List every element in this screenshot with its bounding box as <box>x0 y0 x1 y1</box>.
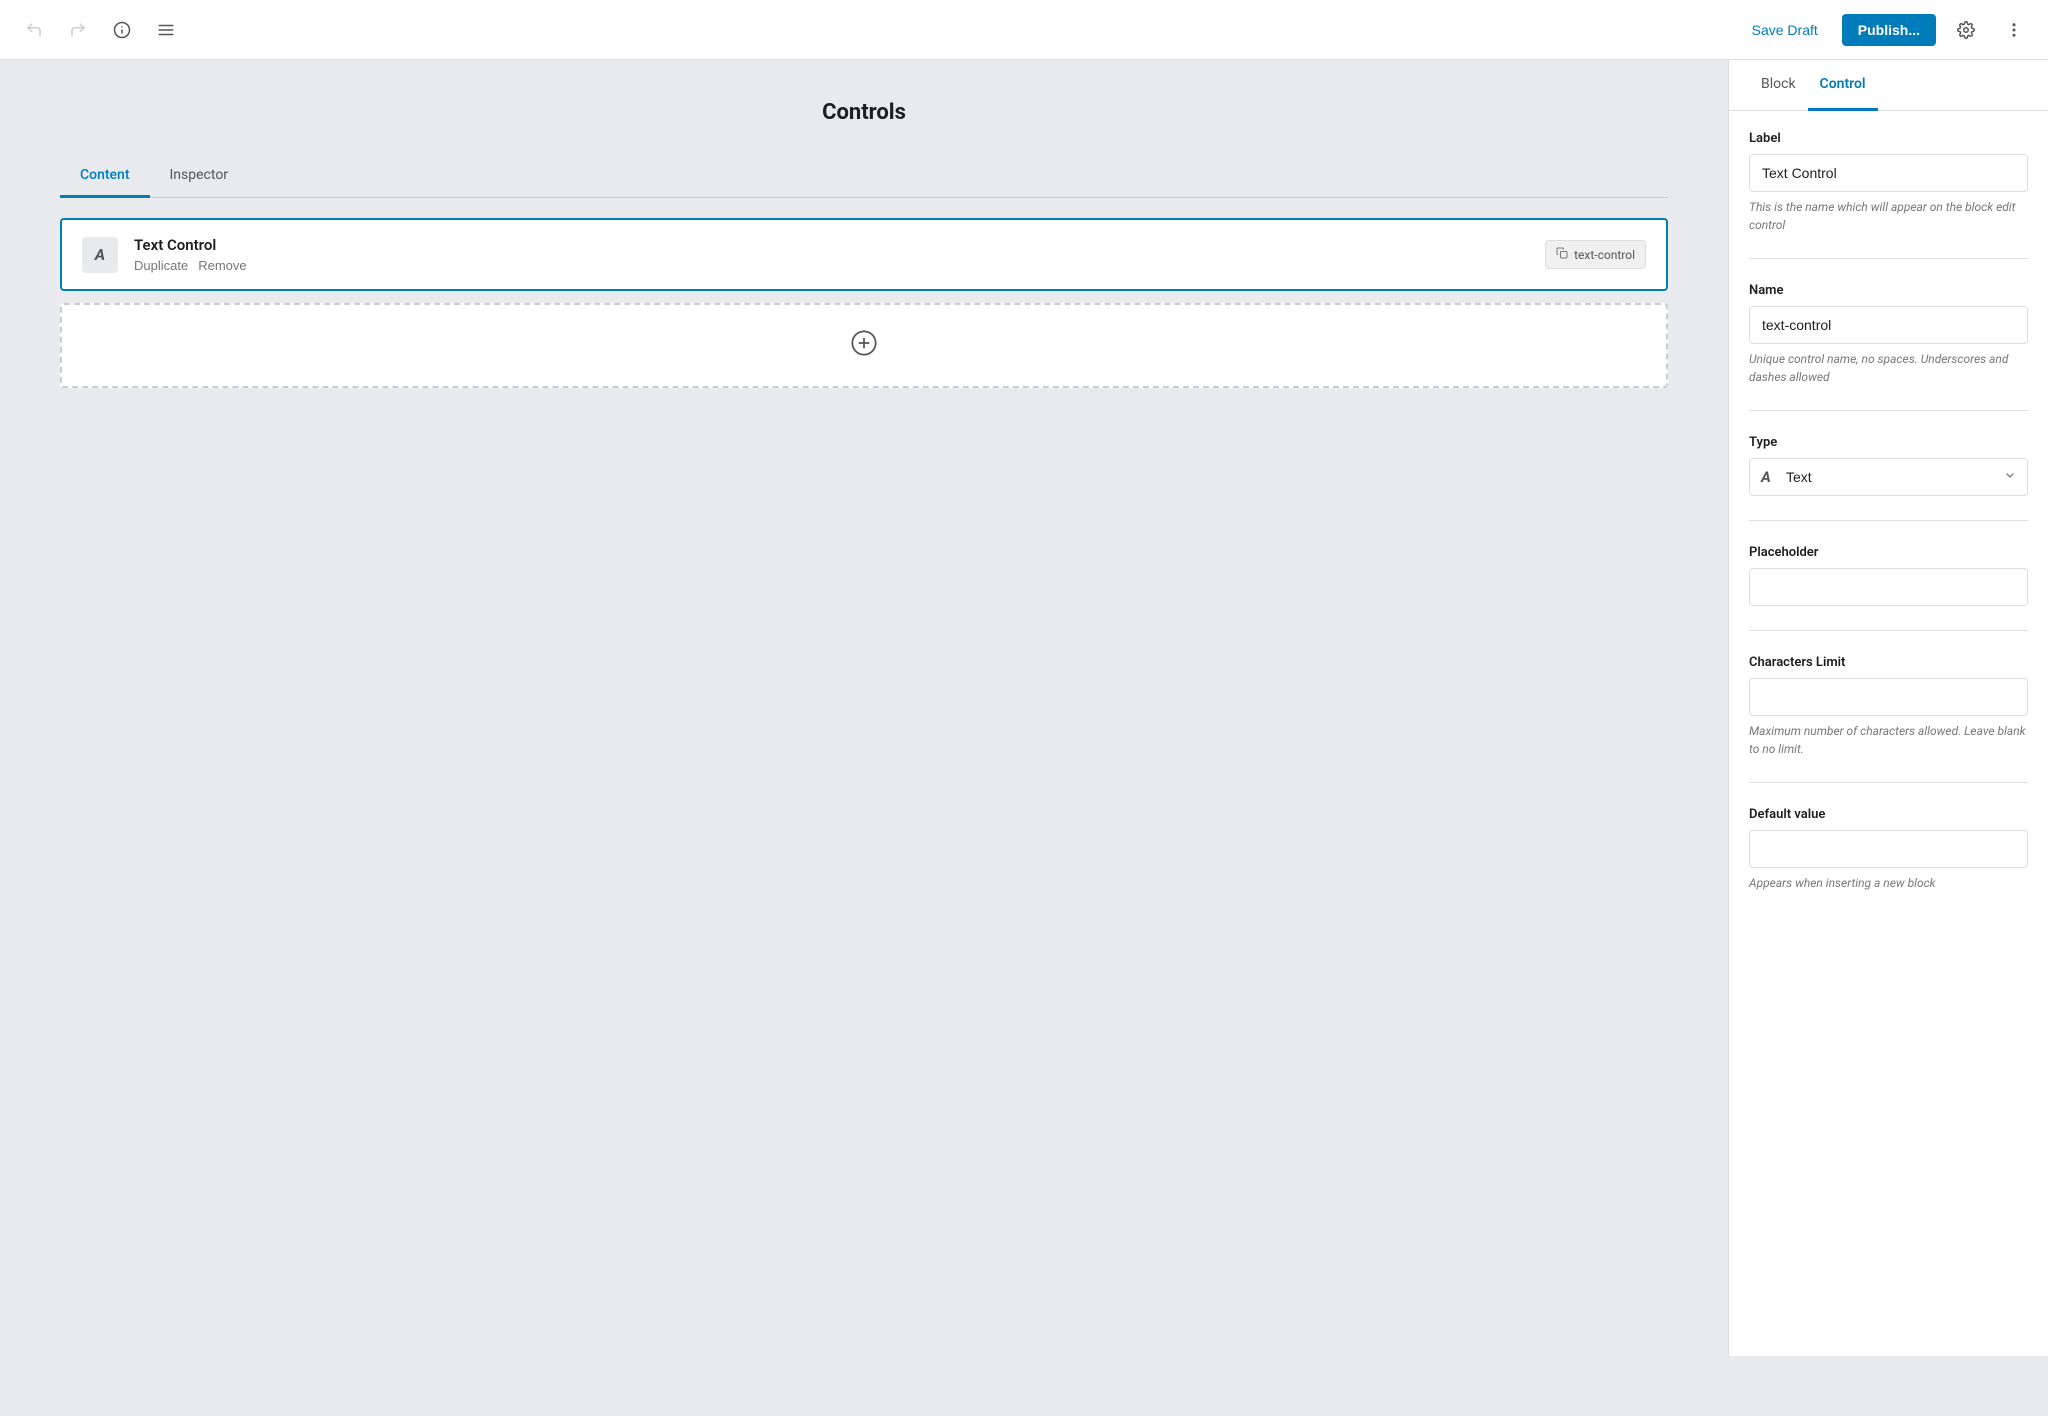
characters-limit-field-label: Characters Limit <box>1749 655 2028 670</box>
divider-3 <box>1749 520 2028 521</box>
name-field-label: Name <box>1749 283 2028 298</box>
label-field-input[interactable] <box>1749 154 2028 192</box>
content-tabs: Content Inspector <box>60 155 1668 198</box>
default-value-hint: Appears when inserting a new block <box>1749 874 2028 892</box>
label-field-group: Label This is the name which will appear… <box>1749 131 2028 234</box>
tab-inspector[interactable]: Inspector <box>150 155 249 198</box>
name-field-input[interactable] <box>1749 306 2028 344</box>
type-field-label: Type <box>1749 435 2028 450</box>
undo-button[interactable] <box>16 12 52 48</box>
remove-button[interactable]: Remove <box>198 258 246 273</box>
panel-tab-block[interactable]: Block <box>1749 60 1808 111</box>
label-field-hint: This is the name which will appear on th… <box>1749 198 2028 234</box>
placeholder-field-label: Placeholder <box>1749 545 2028 560</box>
placeholder-field-input[interactable] <box>1749 568 2028 606</box>
divider-1 <box>1749 258 2028 259</box>
panel-tabs: Block Control <box>1729 60 2048 111</box>
slug-icon <box>1556 247 1568 262</box>
page-title: Controls <box>60 100 1668 125</box>
settings-button[interactable] <box>1948 12 1984 48</box>
add-control-icon <box>850 329 878 362</box>
type-field-group: Type A Text Textarea Number Select Check… <box>1749 435 2028 496</box>
default-value-field-input[interactable] <box>1749 830 2028 868</box>
info-button[interactable] <box>104 12 140 48</box>
placeholder-field-group: Placeholder <box>1749 545 2028 606</box>
divider-4 <box>1749 630 2028 631</box>
right-panel: Block Control Label This is the name whi… <box>1728 60 2048 1356</box>
tab-content[interactable]: Content <box>60 155 150 198</box>
name-field-hint: Unique control name, no spaces. Undersco… <box>1749 350 2028 386</box>
characters-limit-hint: Maximum number of characters allowed. Le… <box>1749 722 2028 758</box>
label-field-label: Label <box>1749 131 2028 146</box>
divider-2 <box>1749 410 2028 411</box>
characters-limit-field-group: Characters Limit Maximum number of chara… <box>1749 655 2028 758</box>
divider-5 <box>1749 782 2028 783</box>
save-draft-button[interactable]: Save Draft <box>1740 14 1830 46</box>
characters-limit-field-input[interactable] <box>1749 678 2028 716</box>
control-name: Text Control <box>134 236 1545 254</box>
duplicate-button[interactable]: Duplicate <box>134 258 188 273</box>
topbar-left <box>16 12 184 48</box>
control-item: A Text Control Duplicate Remove text-con… <box>60 218 1668 291</box>
control-type-icon: A <box>82 237 118 273</box>
topbar: Save Draft Publish... <box>0 0 2048 60</box>
redo-button[interactable] <box>60 12 96 48</box>
publish-button[interactable]: Publish... <box>1842 14 1936 46</box>
default-value-field-label: Default value <box>1749 807 2028 822</box>
add-control-area[interactable] <box>60 303 1668 388</box>
control-info: Text Control Duplicate Remove <box>134 236 1545 273</box>
app-layout: Controls Content Inspector A Text Contro… <box>0 60 2048 1356</box>
main-content: Controls Content Inspector A Text Contro… <box>0 60 1728 1356</box>
control-actions: Duplicate Remove <box>134 258 1545 273</box>
slug-text: text-control <box>1574 248 1635 262</box>
panel-tab-control[interactable]: Control <box>1808 60 1878 111</box>
topbar-right: Save Draft Publish... <box>1740 12 2032 48</box>
panel-body: Label This is the name which will appear… <box>1729 111 2048 1356</box>
more-options-button[interactable] <box>1996 12 2032 48</box>
default-value-field-group: Default value Appears when inserting a n… <box>1749 807 2028 892</box>
name-field-group: Name Unique control name, no spaces. Und… <box>1749 283 2028 386</box>
type-select-wrapper: A Text Textarea Number Select Checkbox <box>1749 458 2028 496</box>
control-slug-badge: text-control <box>1545 240 1646 269</box>
type-select[interactable]: Text Textarea Number Select Checkbox <box>1749 458 2028 496</box>
menu-button[interactable] <box>148 12 184 48</box>
